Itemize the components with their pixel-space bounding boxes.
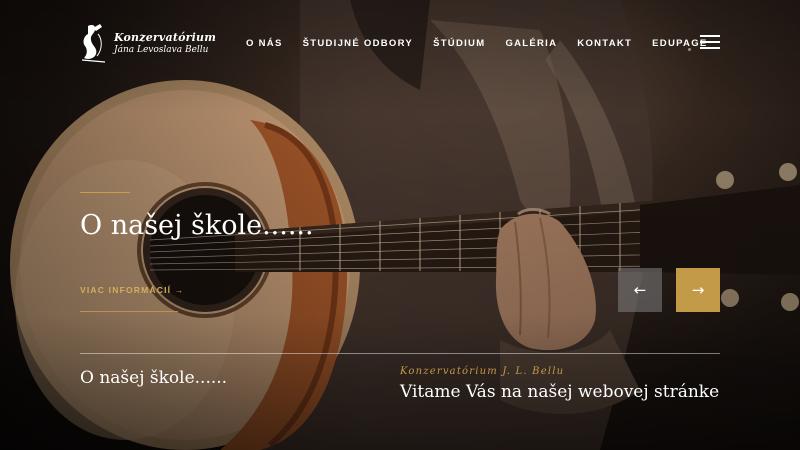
slider-prev-button[interactable]: ← — [618, 268, 662, 312]
title-divider — [80, 192, 130, 193]
hamburger-menu-icon[interactable] — [700, 35, 720, 50]
main-navigation: O NÁS ŠTUDIJNÉ ODBORY ŠTÚDIUM GALÉRIA KO… — [246, 38, 708, 49]
bottom-divider-left — [80, 353, 400, 354]
slide-thumb-title-1[interactable]: O našej škole...... — [80, 368, 227, 388]
slide-thumb-subtitle-2: Konzervatórium J. L. Bellu — [400, 366, 565, 377]
more-info-underline — [80, 311, 178, 312]
nav-item-o-nas[interactable]: O NÁS — [246, 38, 283, 49]
slider-next-button[interactable]: → — [676, 268, 720, 312]
nav-item-studium[interactable]: ŠTÚDIUM — [433, 38, 485, 49]
slide-thumb-title-2[interactable]: Vitame Vás na našej webovej stránke — [400, 382, 719, 402]
nav-item-kontakt[interactable]: KONTAKT — [577, 38, 632, 49]
more-info-link[interactable]: VIAC INFORMÁCIÍ → — [80, 285, 184, 295]
nav-item-galeria[interactable]: GALÉRIA — [505, 38, 557, 49]
decorative-dot — [688, 48, 691, 51]
logo-subtitle: Jána Levoslava Bellu — [114, 45, 209, 55]
logo-title: Konzervatórium — [114, 31, 217, 44]
harpist-logo-icon — [81, 24, 106, 63]
bottom-divider-right — [400, 353, 720, 354]
hero-title: O našej škole...... — [80, 210, 314, 241]
site-logo[interactable]: Konzervatórium Jána Levoslava Bellu — [78, 22, 216, 64]
nav-item-studijne-odbory[interactable]: ŠTUDIJNÉ ODBORY — [303, 38, 413, 49]
